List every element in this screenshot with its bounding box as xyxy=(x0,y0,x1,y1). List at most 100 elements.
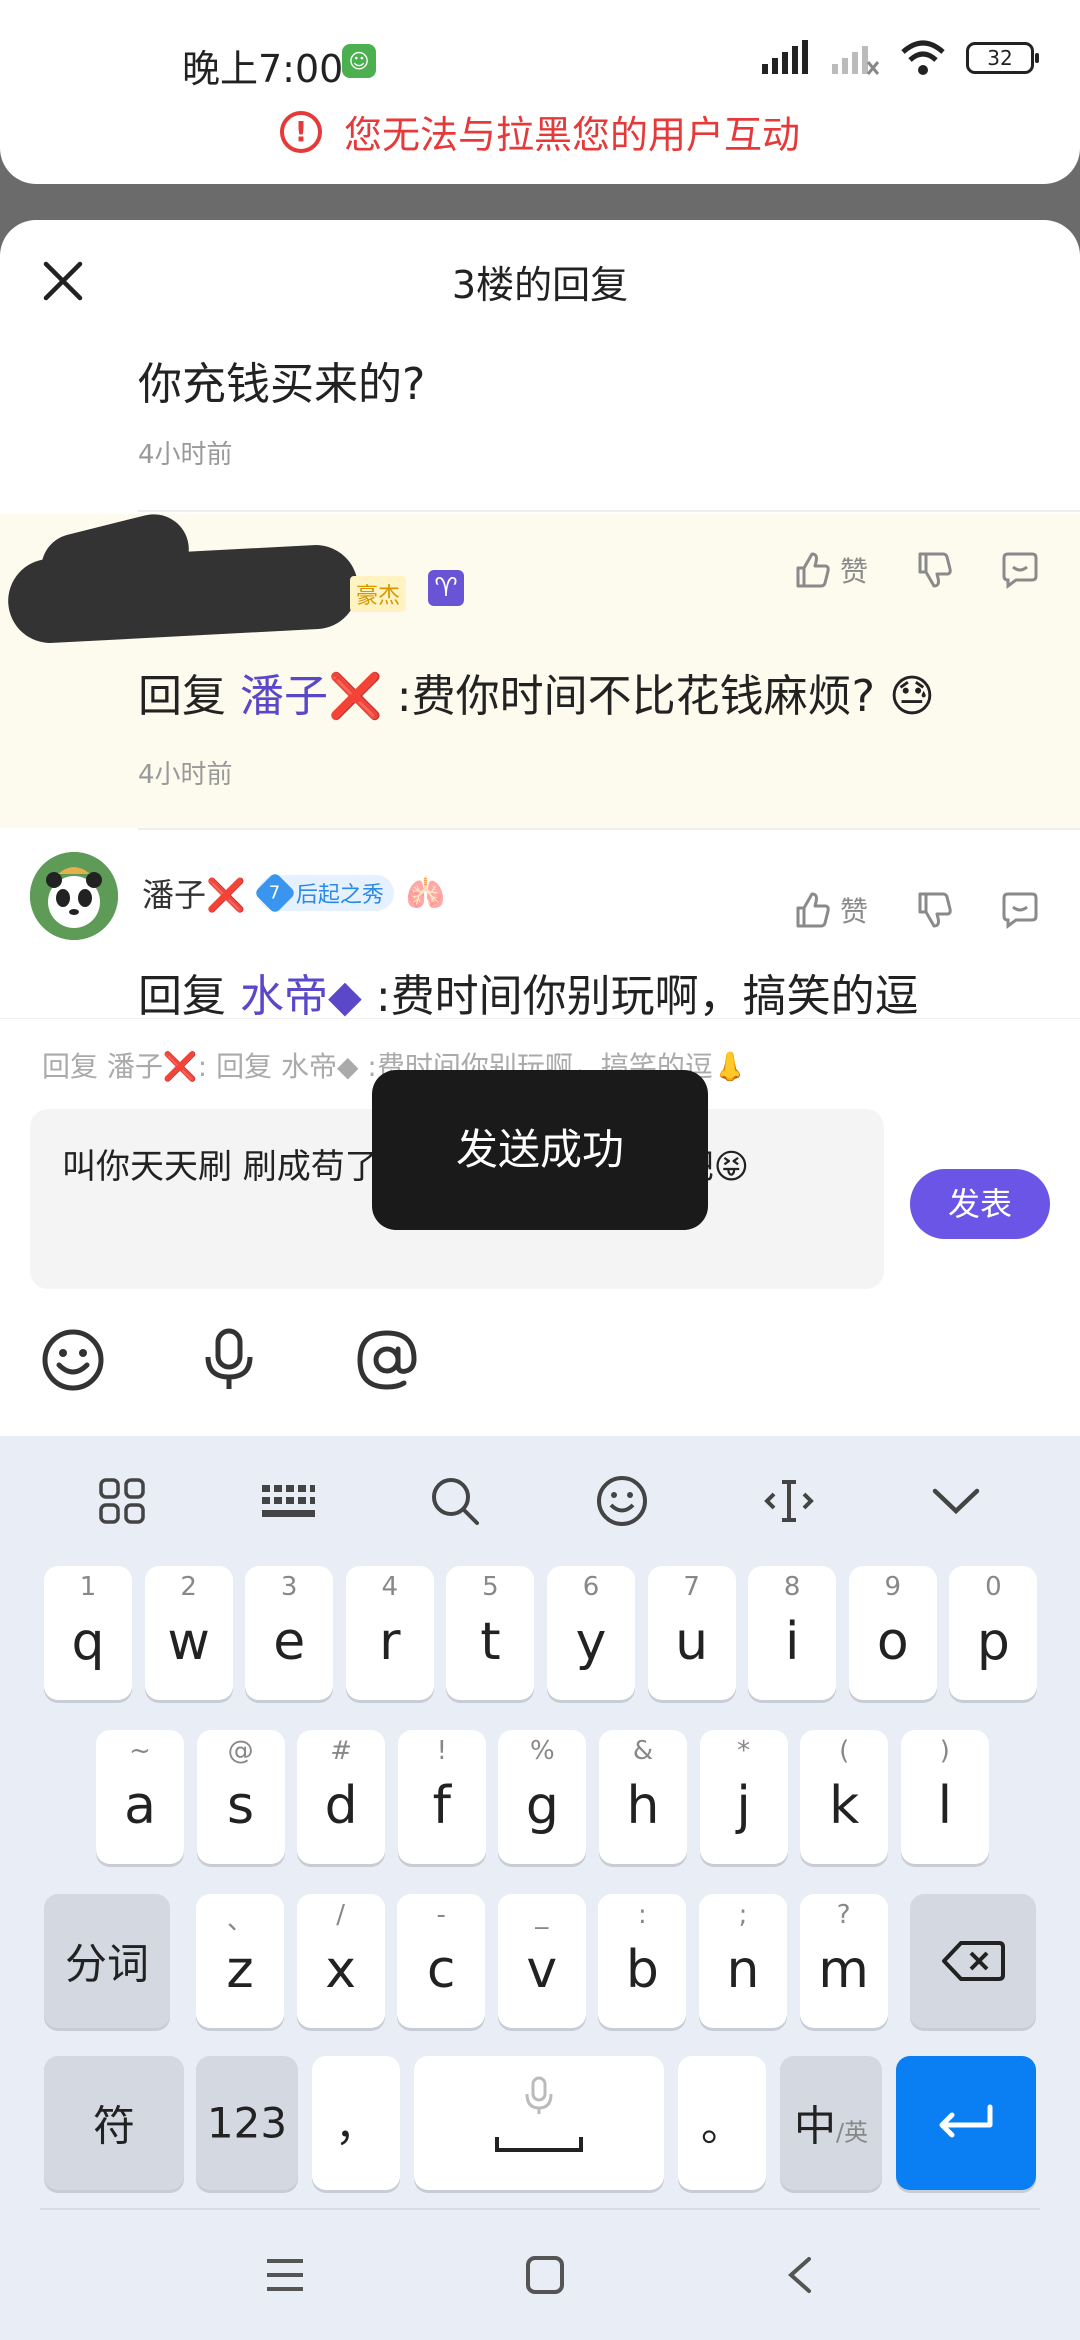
thumbs-down-icon[interactable] xyxy=(914,890,954,930)
key-o[interactable]: 9o xyxy=(848,1566,937,1700)
level-badge: 7 后起之秀 xyxy=(253,871,394,915)
space-key[interactable] xyxy=(414,2056,664,2190)
key-letter: u xyxy=(675,1612,709,1672)
symbol-key-label: 符 xyxy=(92,2101,135,2151)
key-f[interactable]: ! f xyxy=(397,1730,486,1864)
microphone-icon[interactable] xyxy=(196,1327,262,1393)
key-q[interactable]: 1q xyxy=(44,1566,132,1700)
key-e[interactable]: 3e xyxy=(245,1566,334,1700)
language-switch-key[interactable]: 中/英 xyxy=(780,2056,882,2190)
enter-key[interactable] xyxy=(896,2056,1036,2190)
reply-prefix: 回复 xyxy=(138,671,226,722)
reply-text: 你充钱买来的? xyxy=(138,359,426,410)
backspace-key[interactable] xyxy=(910,1894,1036,2028)
key-hint: - xyxy=(436,1900,446,1930)
key-i[interactable]: 8i xyxy=(748,1566,837,1700)
mention-link[interactable]: 水帝◆ xyxy=(240,971,362,1018)
language-key-label: 中/英 xyxy=(780,2093,882,2154)
username[interactable]: 潘子❌ xyxy=(142,870,246,916)
reply-actions: 赞 xyxy=(792,550,1040,590)
key-hint: ( xyxy=(839,1736,850,1766)
avatar[interactable] xyxy=(30,852,118,940)
collapse-keyboard-icon[interactable] xyxy=(929,1481,983,1521)
emoji-icon[interactable] xyxy=(595,1474,649,1528)
key-hint: * xyxy=(737,1736,751,1766)
key-letter: g xyxy=(525,1776,559,1836)
mention-link[interactable]: 潘子❌ xyxy=(240,671,383,722)
key-letter: d xyxy=(324,1776,358,1836)
home-icon[interactable] xyxy=(525,2255,565,2295)
key-t[interactable]: 5t xyxy=(446,1566,535,1700)
key-x[interactable]: / x xyxy=(296,1894,385,2028)
segment-key[interactable]: 分词 xyxy=(44,1894,170,2028)
key-hint: 5 xyxy=(482,1572,499,1602)
publish-button[interactable]: 发表 xyxy=(910,1169,1050,1239)
key-a[interactable]: ~ a xyxy=(96,1730,184,1864)
key-m[interactable]: ? m xyxy=(799,1894,888,2028)
thumbs-up-icon xyxy=(796,892,830,928)
thumbs-down-icon[interactable] xyxy=(914,550,954,590)
key-letter: x xyxy=(325,1940,356,2000)
symbol-key[interactable]: 符 xyxy=(44,2056,184,2190)
status-time: 晚上7:00 xyxy=(182,47,344,91)
sheet-header: 3楼的回复 xyxy=(0,220,1080,338)
comment-icon[interactable] xyxy=(1000,550,1040,590)
key-w[interactable]: 2w xyxy=(144,1566,233,1700)
key-v[interactable]: _ v xyxy=(497,1894,586,2028)
reply-time: 4小时前 xyxy=(138,440,233,470)
period-key-label: 。 xyxy=(700,2101,743,2151)
key-letter: v xyxy=(526,1940,558,2000)
like-button[interactable]: 赞 xyxy=(792,550,868,590)
menu-icon[interactable] xyxy=(265,2257,305,2293)
number-key[interactable]: 123 xyxy=(196,2056,298,2190)
key-hint: ; xyxy=(738,1900,748,1930)
battery-level: 32 xyxy=(987,46,1013,70)
reply-thread[interactable]: 你充钱买来的? 4小时前 豪杰 ♈ 赞 回复 潘子❌:费你时间不比花钱麻烦? … xyxy=(0,338,1080,1018)
key-letter: e xyxy=(273,1612,306,1672)
comment-icon[interactable] xyxy=(1000,890,1040,930)
emoji-icon[interactable] xyxy=(40,1327,106,1393)
key-letter: t xyxy=(480,1612,501,1672)
backspace-icon xyxy=(942,1941,1005,1981)
key-s[interactable]: @ s xyxy=(196,1730,285,1864)
key-n[interactable]: ; n xyxy=(699,1894,787,2028)
key-b[interactable]: :b xyxy=(598,1894,687,2028)
mention-icon[interactable] xyxy=(352,1325,422,1395)
key-k[interactable]: (k xyxy=(800,1730,889,1864)
key-d[interactable]: # d xyxy=(297,1730,386,1864)
key-c[interactable]: -c xyxy=(397,1894,486,2028)
key-z[interactable]: 、 z xyxy=(196,1894,284,2028)
key-j[interactable]: * j xyxy=(699,1730,788,1864)
key-hint: ? xyxy=(836,1900,851,1930)
list-item-highlighted[interactable]: 豪杰 ♈ 赞 回复 潘子❌ :费你时间不比花钱麻烦? 😓 4小时前 xyxy=(0,506,1080,828)
search-icon[interactable] xyxy=(429,1475,481,1527)
cursor-icon[interactable] xyxy=(762,1476,816,1526)
key-letter: r xyxy=(379,1612,401,1672)
key-letter: a xyxy=(124,1776,156,1836)
like-button[interactable]: 赞 xyxy=(792,890,868,930)
key-p[interactable]: 0p xyxy=(949,1566,1038,1700)
key-g[interactable]: % g xyxy=(498,1730,587,1864)
segment-key-label: 分词 xyxy=(64,1939,149,1989)
period-key[interactable]: 。 xyxy=(678,2056,766,2190)
keyboard-toolbar xyxy=(0,1436,1080,1566)
apps-grid-icon[interactable] xyxy=(97,1476,147,1526)
key-letter: k xyxy=(829,1776,860,1836)
language-main: 中 xyxy=(793,2101,836,2151)
back-icon[interactable] xyxy=(785,2255,815,2295)
keyboard-layout-icon[interactable] xyxy=(260,1481,316,1521)
key-hint: 6 xyxy=(582,1572,600,1602)
key-h[interactable]: & h xyxy=(599,1730,687,1864)
success-toast: 发送成功 xyxy=(372,1070,708,1230)
reply-body: :费你时间不比花钱麻烦? xyxy=(396,671,875,722)
key-letter: l xyxy=(937,1776,953,1836)
key-l[interactable]: ) l xyxy=(900,1730,989,1864)
key-hint: 3 xyxy=(280,1572,298,1602)
level-number: 7 xyxy=(269,882,281,904)
user-title-badge: 豪杰 xyxy=(350,576,407,612)
key-r[interactable]: 4r xyxy=(345,1566,434,1700)
key-u[interactable]: 7u xyxy=(647,1566,736,1700)
comma-key[interactable]: ， xyxy=(312,2056,400,2190)
key-y[interactable]: 6y xyxy=(547,1566,635,1700)
key-letter: z xyxy=(226,1940,254,2000)
